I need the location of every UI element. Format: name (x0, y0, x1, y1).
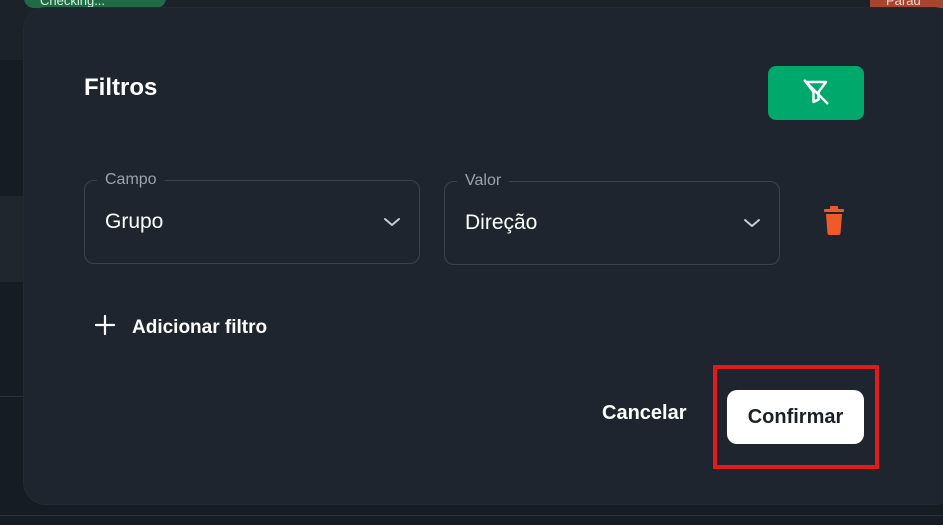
trash-icon (822, 205, 846, 239)
clear-filters-button[interactable] (768, 66, 864, 120)
background-divider (0, 515, 943, 516)
background-status-tag: Checking... (24, 0, 166, 8)
valor-select[interactable]: Valor Direção (444, 172, 780, 265)
plus-icon (94, 314, 116, 342)
delete-filter-button[interactable] (814, 202, 854, 242)
confirm-button[interactable]: Confirmar (727, 390, 864, 444)
valor-label: Valor (457, 172, 510, 190)
add-filter-label: Adicionar filtro (132, 317, 268, 338)
cancel-button[interactable]: Cancelar (602, 402, 687, 425)
add-filter-button[interactable]: Adicionar filtro (94, 314, 267, 342)
campo-value: Grupo (105, 210, 164, 233)
background-status-tag-red: Parad (870, 0, 943, 8)
filter-off-icon (801, 77, 831, 110)
modal-title: Filtros (84, 74, 158, 101)
chevron-down-icon (743, 216, 761, 228)
valor-value: Direção (465, 211, 538, 234)
campo-label: Campo (97, 171, 165, 189)
campo-select[interactable]: Campo Grupo (84, 171, 420, 264)
filters-modal: Filtros Campo Grupo Valor Direção Adicio… (24, 8, 943, 504)
chevron-down-icon (383, 215, 401, 227)
